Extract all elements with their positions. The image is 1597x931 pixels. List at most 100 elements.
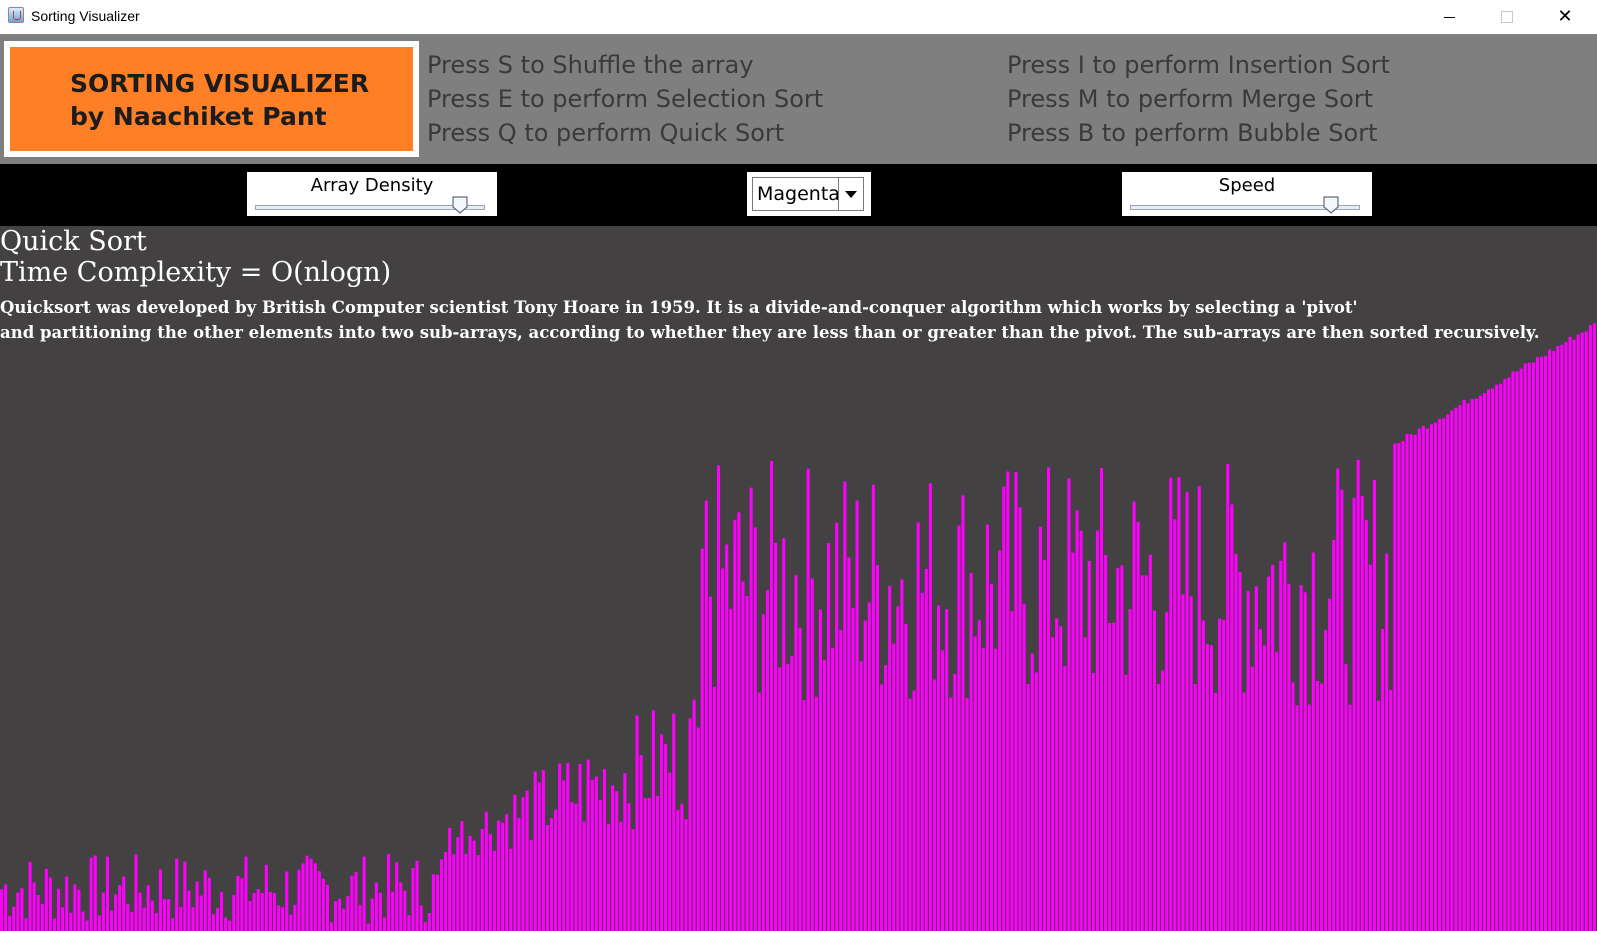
array-bar xyxy=(676,809,680,931)
array-bar xyxy=(187,890,191,931)
controls-bar: Array Density Magenta Speed xyxy=(0,164,1597,226)
color-select-value: Magenta xyxy=(757,183,840,205)
color-select[interactable]: Magenta xyxy=(752,177,864,211)
array-bar xyxy=(847,557,851,931)
array-bar xyxy=(219,892,224,931)
array-bar xyxy=(28,861,32,931)
array-bar xyxy=(737,512,741,931)
array-bar xyxy=(1405,434,1409,931)
array-bar xyxy=(130,911,134,931)
array-bar xyxy=(1344,664,1348,931)
array-density-track[interactable] xyxy=(255,205,485,210)
array-bar xyxy=(435,874,439,931)
array-bar xyxy=(554,809,558,931)
array-bar xyxy=(655,795,659,931)
array-bar xyxy=(1051,637,1055,931)
array-bar xyxy=(517,818,521,931)
array-bar xyxy=(757,692,761,931)
array-bar xyxy=(1144,575,1148,931)
array-bar xyxy=(1417,428,1421,931)
array-bar xyxy=(753,527,757,931)
array-bar xyxy=(146,885,150,931)
array-bar xyxy=(900,579,904,931)
array-bar xyxy=(916,522,920,931)
array-bar xyxy=(953,674,957,931)
array-bar xyxy=(810,578,814,931)
array-bar xyxy=(1250,666,1254,931)
array-bar xyxy=(1262,645,1266,931)
array-bar xyxy=(1087,560,1091,931)
array-bar xyxy=(150,900,154,931)
chevron-down-icon[interactable] xyxy=(838,178,863,210)
array-bar xyxy=(1592,323,1596,931)
array-bar xyxy=(1214,692,1218,931)
array-bar xyxy=(317,871,321,931)
array-bar xyxy=(712,686,717,931)
array-bar xyxy=(1267,576,1271,931)
array-bar xyxy=(1539,356,1544,931)
close-icon: ✕ xyxy=(1557,6,1573,27)
array-bar xyxy=(1254,586,1258,931)
array-bar xyxy=(668,772,672,931)
array-bar xyxy=(497,820,501,931)
minimize-button[interactable] xyxy=(1420,0,1478,34)
speed-thumb[interactable] xyxy=(1322,196,1339,214)
array-bar xyxy=(1014,471,1018,931)
array-density-slider[interactable]: Array Density xyxy=(247,172,497,216)
array-bar xyxy=(590,779,594,931)
array-bar xyxy=(611,785,615,931)
array-bar xyxy=(1499,383,1503,931)
array-bar xyxy=(1315,680,1319,931)
array-bar xyxy=(1381,628,1385,931)
array-bar xyxy=(985,524,989,931)
array-bar xyxy=(684,819,688,931)
array-bar xyxy=(374,882,378,931)
array-bar xyxy=(346,896,350,931)
array-bar xyxy=(378,892,382,931)
array-bar xyxy=(472,840,476,931)
array-bar xyxy=(533,771,537,931)
array-bar xyxy=(761,614,765,931)
array-bar xyxy=(236,875,240,931)
array-bar xyxy=(1067,478,1071,931)
description-line-1: Quicksort was developed by British Compu… xyxy=(0,298,1358,317)
array-bar xyxy=(354,871,358,931)
array-bar xyxy=(171,918,175,931)
array-bar xyxy=(998,550,1002,931)
array-bar xyxy=(875,565,879,931)
array-bar xyxy=(879,684,884,931)
array-bar xyxy=(549,818,554,931)
array-bar xyxy=(896,606,900,931)
array-bar xyxy=(831,647,835,931)
close-button[interactable]: ✕ xyxy=(1536,0,1594,34)
array-bar xyxy=(232,894,236,931)
array-bar xyxy=(309,858,313,931)
maximize-button[interactable] xyxy=(1478,0,1536,34)
array-bar xyxy=(391,891,395,931)
array-bar xyxy=(1238,572,1242,931)
array-bar xyxy=(977,620,981,931)
array-density-thumb[interactable] xyxy=(452,196,468,214)
array-bar xyxy=(4,884,8,931)
array-bar xyxy=(945,609,949,931)
array-bar xyxy=(1193,684,1197,931)
array-bar xyxy=(941,650,945,931)
array-bar xyxy=(1226,464,1230,931)
array-bar xyxy=(215,908,219,931)
array-bar xyxy=(1519,368,1523,931)
color-selector-box: Magenta xyxy=(747,172,871,216)
array-bar xyxy=(1568,336,1572,931)
array-bar xyxy=(1434,422,1438,931)
array-bar xyxy=(782,538,786,931)
array-bar xyxy=(924,568,928,931)
array-bar xyxy=(745,595,749,931)
array-bar xyxy=(1291,682,1295,931)
array-bar xyxy=(1104,555,1108,931)
array-bar xyxy=(749,487,753,931)
speed-slider[interactable]: Speed xyxy=(1122,172,1372,216)
array-bar xyxy=(1026,684,1030,931)
array-bar xyxy=(224,917,228,931)
instruction-bubble-sort: Press B to perform Bubble Sort xyxy=(1007,119,1378,147)
array-bar xyxy=(40,903,44,931)
array-bar xyxy=(794,575,798,931)
